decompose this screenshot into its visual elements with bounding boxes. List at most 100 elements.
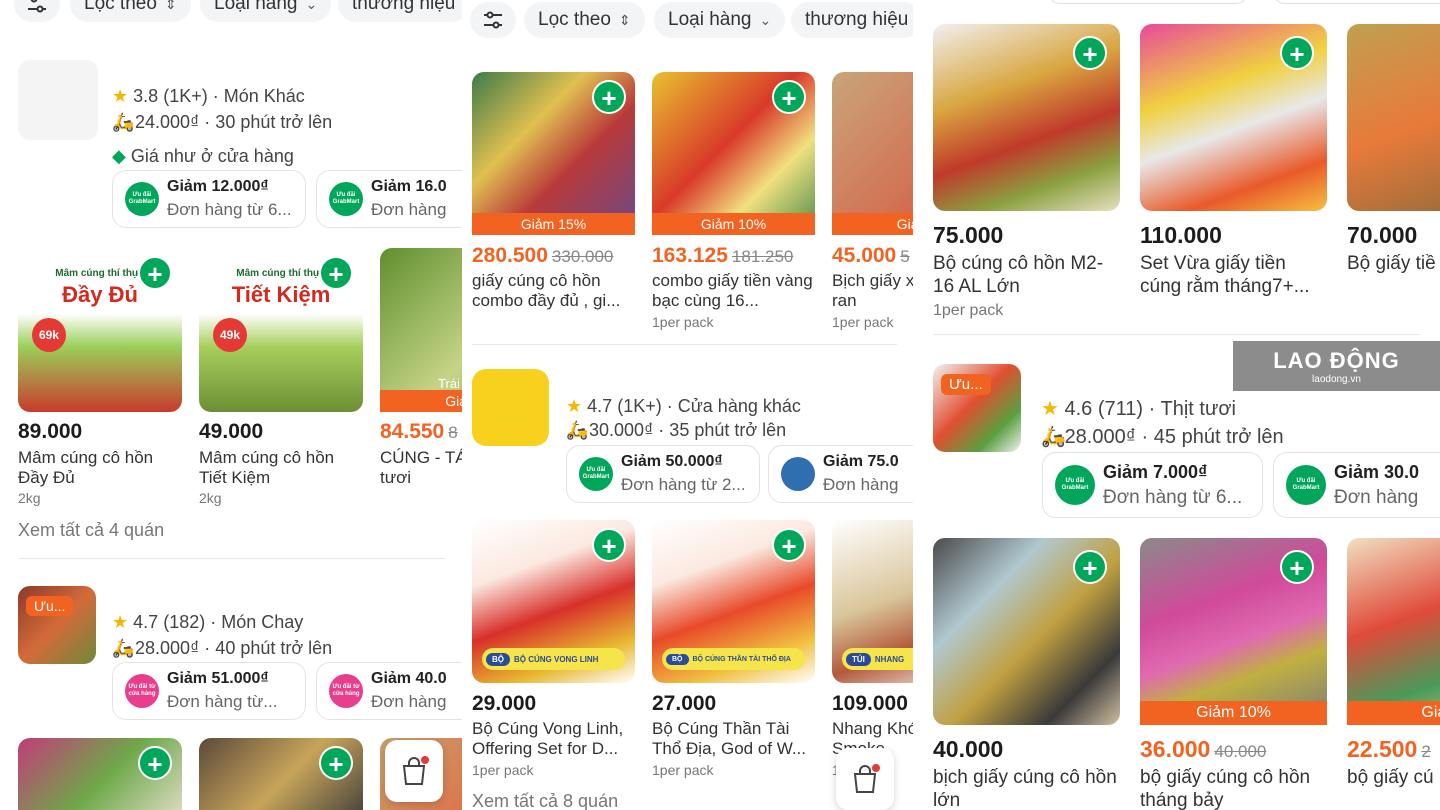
grabmart-coupon-icon: Ưu đãi GrabMart (579, 457, 613, 491)
sort-filter[interactable]: Lọc theo ⇕ (524, 2, 645, 38)
sort-icon: ⇕ (618, 11, 631, 28)
store-rating-line: ★ 4.6 (711) · Thịt tươi (1041, 398, 1236, 420)
store-logo[interactable]: Ưu... (933, 364, 1021, 452)
store-price-note: ◆ Giá như ở cửa hàng (112, 146, 294, 166)
delivery-info: 🛵 24.000₫ · 30 phút trở lên (112, 112, 333, 132)
store-rating-line: ★ 4.7 (182) · Món Chay (112, 612, 304, 632)
product-card[interactable]: + (18, 738, 182, 810)
store-rating-line: ★ 3.8 (1K+) · Món Khác (112, 86, 305, 106)
store-logo[interactable] (18, 60, 98, 140)
coupon-card-edge (1048, 0, 1248, 4)
store-coupon-icon: Ưu đãi từ cửa hàng (329, 674, 363, 708)
star-icon: ★ (566, 396, 583, 416)
product-card[interactable]: Mâm cúng thí thực Đầy Đủ 69k + 89.000 Mâ… (18, 248, 182, 518)
product-card[interactable]: + (199, 738, 363, 810)
sort-filter[interactable]: Lọc theo ⇕ (70, 0, 191, 22)
product-image (1347, 538, 1440, 725)
product-card[interactable]: Mâm cúng thí thực Tiết Kiệm 49k + 49.000… (199, 248, 363, 518)
coupon-card[interactable]: Ưu đãi GrabMart Giảm 16.0 Đơn hàng (316, 170, 462, 228)
coupon-card[interactable]: Giảm 75.0 Đơn hàng (768, 445, 913, 503)
product-card[interactable]: + 110.000 Set Vừa giấy tiền cúng rằm thá… (1140, 24, 1327, 324)
product-card[interactable]: + Giảm 10% 36.000 40.000 bộ giấy cúng cô … (1140, 538, 1327, 810)
product-card[interactable]: 70.000 Bộ giấy tiề cúng Ông (1347, 24, 1440, 324)
product-card[interactable]: Trái Giảm 84.5508 CÚNG - TÁ (Hàng tươi (380, 248, 462, 518)
motorbike-icon: 🛵 (112, 112, 135, 132)
filter-settings-button[interactable] (14, 0, 60, 22)
add-to-cart-button[interactable]: + (1280, 550, 1314, 584)
cart-button[interactable] (385, 740, 443, 802)
product-card[interactable]: BỘ BỘ CÚNG VONG LINH + 29.000 Bộ Cúng Von… (472, 520, 635, 782)
product-card[interactable]: + 75.000 Bộ cúng cô hồn M2-16 AL Lớn 1pe… (933, 24, 1120, 324)
cart-button[interactable] (836, 748, 894, 810)
add-to-cart-button[interactable]: + (592, 528, 626, 562)
divider (18, 558, 446, 559)
add-to-cart-button[interactable]: + (592, 80, 626, 114)
chevron-down-icon: ⌄ (759, 11, 772, 28)
product-card[interactable]: + Giảm 15% 280.500 330.000 giấy cúng cô h… (472, 72, 635, 334)
motorbike-icon: 🛵 (112, 638, 135, 658)
brand-filter[interactable]: thương hiệu (791, 2, 913, 38)
add-to-cart-button[interactable]: + (772, 80, 806, 114)
motorbike-icon: 🛵 (1041, 426, 1066, 448)
product-card[interactable]: + 40.000 bịch giấy cúng cô hồn lớn (933, 538, 1120, 810)
add-to-cart-button[interactable]: + (1073, 36, 1107, 70)
coupon-card[interactable]: Ưu đãi từ cửa hàng Giảm 51.000₫ Đơn hàng … (112, 662, 306, 720)
product-image: Trái (380, 248, 462, 412)
grabmart-coupon-icon: Ưu đãi GrabMart (1286, 465, 1326, 505)
coupon-card-edge (1273, 0, 1440, 4)
product-image (832, 72, 913, 234)
product-card[interactable]: BỘ BỘ CÚNG THẦN TÀI THỔ ĐỊA + 27.000 Bộ C… (652, 520, 815, 782)
price-tag-icon: ◆ (112, 146, 126, 166)
coupon-card[interactable]: Ưu đãi từ cửa hàng Giảm 40.0 Đơn hàng (316, 662, 462, 720)
filter-settings-button[interactable] (470, 2, 516, 38)
watermark-logo: LAO ĐỘNG laodong.vn (1233, 341, 1440, 391)
star-icon: ★ (112, 612, 129, 632)
store-coupon-icon (781, 457, 815, 491)
delivery-info: 🛵 28.000₫ · 45 phút trở lên (1041, 426, 1284, 448)
add-to-cart-button[interactable]: + (1280, 36, 1314, 70)
coupon-card[interactable]: Ưu đãi GrabMart Giảm 30.0 Đơn hàng (1273, 452, 1440, 518)
product-card[interactable]: Giảm 45.0005 Bịch giấy x cô hồn ran 1per… (832, 72, 913, 334)
brand-filter[interactable]: thương hiệu (338, 0, 462, 22)
product-card[interactable]: TÚINHANG 109.000 Nhang Khó Túi, Smoke 1 (832, 520, 913, 782)
panel-left: Lọc theo ⇕ Loại hàng ⌄ thương hiệu ★ 3.8 (… (0, 0, 462, 810)
add-to-cart-button[interactable]: + (319, 746, 353, 780)
store-logo[interactable] (472, 369, 549, 446)
delivery-info: 🛵 30.000₫ · 35 phút trở lên (566, 420, 787, 440)
coupon-card[interactable]: Ưu đãi GrabMart Giảm 50.000₫ Đơn hàng từ … (566, 445, 760, 503)
store-rating-line: ★ 4.7 (1K+) · Cửa hàng khác (566, 396, 801, 416)
grabmart-coupon-icon: Ưu đãi GrabMart (125, 182, 159, 216)
cart-notification-dot (872, 764, 880, 772)
product-card[interactable]: Giảm 22.5002 bộ giấy cú (1347, 538, 1440, 810)
store-coupon-icon: Ưu đãi từ cửa hàng (125, 674, 159, 708)
grabmart-coupon-icon: Ưu đãi GrabMart (1055, 465, 1095, 505)
star-icon: ★ (112, 86, 129, 106)
star-icon: ★ (1041, 398, 1059, 420)
panel-middle: Lọc theo ⇕ Loại hàng ⌄ thương hiệu + Giảm … (462, 0, 913, 810)
product-card[interactable]: + Giảm 10% 163.125 181.250 combo giấy tiề… (652, 72, 815, 334)
grabmart-coupon-icon: Ưu đãi GrabMart (329, 182, 363, 216)
product-image (1347, 24, 1440, 211)
add-to-cart-button[interactable]: + (138, 256, 172, 290)
cart-notification-dot (421, 756, 429, 764)
add-to-cart-button[interactable]: + (772, 528, 806, 562)
store-logo[interactable]: Ưu... (18, 586, 96, 664)
motorbike-icon: 🛵 (566, 420, 589, 440)
divider (933, 334, 1420, 335)
panel-right: + 75.000 Bộ cúng cô hồn M2-16 AL Lớn 1pe… (913, 0, 1440, 810)
see-all-link[interactable]: Xem tất cả 4 quán (18, 520, 164, 541)
see-all-link[interactable]: Xem tất cả 8 quán (472, 791, 618, 810)
coupon-card[interactable]: Ưu đãi GrabMart Giảm 7.000₫ Đơn hàng từ 6… (1042, 452, 1263, 518)
type-filter[interactable]: Loại hàng ⌄ (654, 2, 786, 38)
sliders-icon (28, 0, 46, 13)
divider (472, 344, 897, 345)
delivery-info: 🛵 28.000₫ · 40 phút trở lên (112, 638, 333, 658)
add-to-cart-button[interactable]: + (138, 746, 172, 780)
sort-icon: ⇕ (164, 0, 177, 12)
type-filter[interactable]: Loại hàng ⌄ (200, 0, 332, 22)
chevron-down-icon: ⌄ (305, 0, 318, 12)
add-to-cart-button[interactable]: + (319, 256, 353, 290)
coupon-card[interactable]: Ưu đãi GrabMart Giảm 12.000₫ Đơn hàng từ … (112, 170, 306, 228)
add-to-cart-button[interactable]: + (1073, 550, 1107, 584)
product-image: TÚI NHANG (832, 520, 913, 683)
